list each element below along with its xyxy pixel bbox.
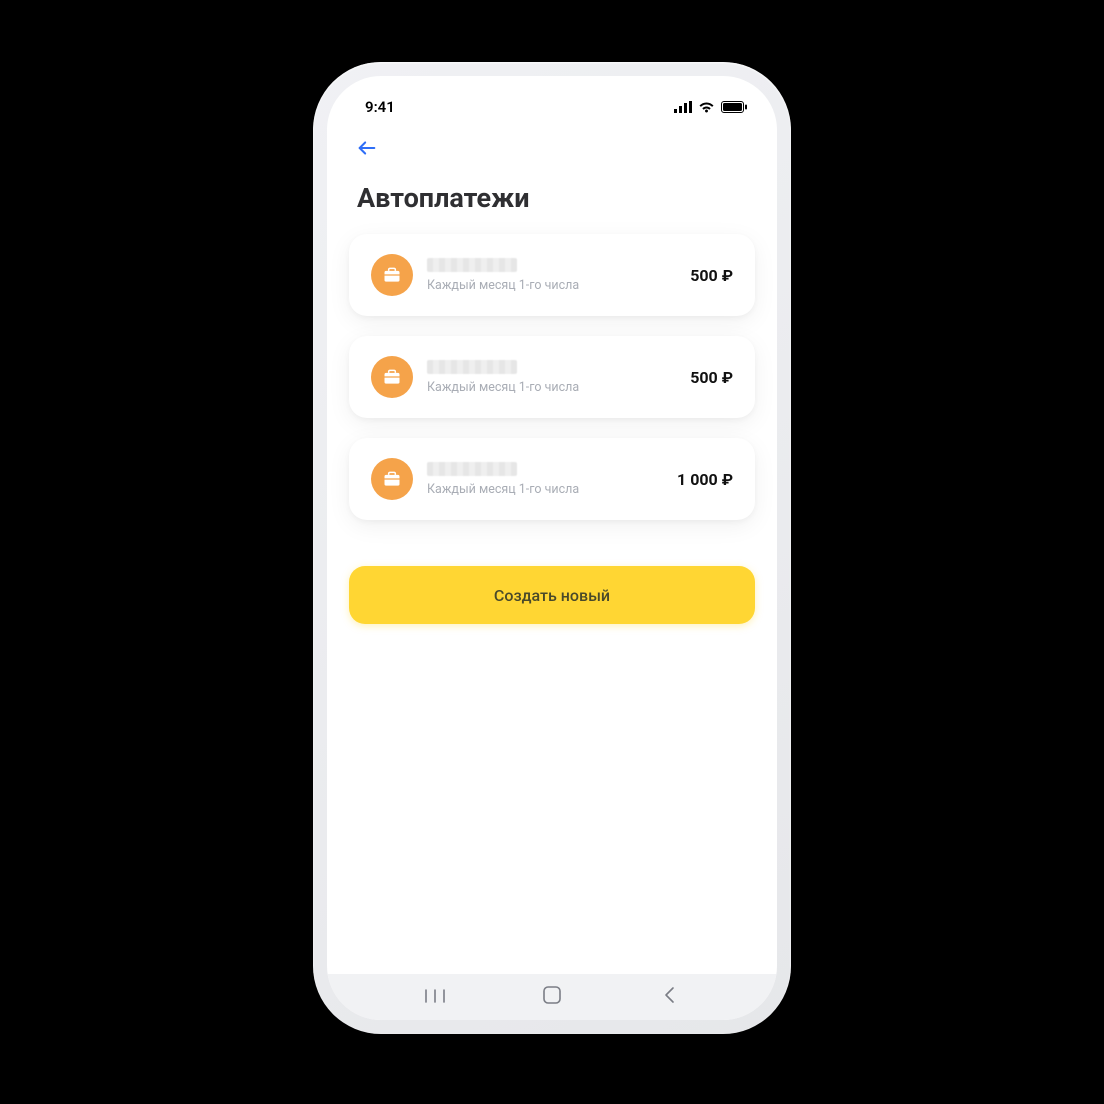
payment-amount: 500 ₽ (690, 368, 733, 387)
payment-item[interactable]: Каждый месяц 1-го числа 500 ₽ (349, 336, 755, 418)
payment-schedule: Каждый месяц 1-го числа (427, 482, 663, 497)
recents-icon (425, 988, 445, 1007)
payment-title-redacted (427, 258, 517, 272)
create-new-button[interactable]: Создать новый (349, 566, 755, 624)
nav-back-button[interactable] (656, 984, 682, 1010)
payment-item[interactable]: Каждый месяц 1-го числа 500 ₽ (349, 234, 755, 316)
briefcase-icon (371, 254, 413, 296)
screen: 9:41 Автоплатежи (327, 76, 777, 1020)
briefcase-icon (371, 356, 413, 398)
payment-schedule: Каждый месяц 1-го числа (427, 380, 676, 395)
nav-back-row (327, 128, 777, 168)
page-title: Автоплатежи (327, 168, 777, 234)
payment-title-redacted (427, 462, 517, 476)
status-bar: 9:41 (327, 86, 777, 128)
payments-list: Каждый месяц 1-го числа 500 ₽ Каждый мес… (327, 234, 777, 520)
android-nav-bar (327, 974, 777, 1020)
wifi-icon (698, 101, 715, 113)
status-time: 9:41 (365, 98, 395, 116)
payment-amount: 500 ₽ (690, 266, 733, 285)
payment-amount: 1 000 ₽ (677, 470, 733, 489)
back-button[interactable] (349, 132, 385, 168)
status-icons (674, 101, 747, 113)
payment-item[interactable]: Каждый месяц 1-го числа 1 000 ₽ (349, 438, 755, 520)
signal-icon (674, 101, 692, 113)
arrow-left-icon (356, 137, 378, 163)
home-icon (543, 986, 561, 1008)
device-frame: 9:41 Автоплатежи (313, 62, 791, 1034)
nav-home-button[interactable] (539, 984, 565, 1010)
payment-title-redacted (427, 360, 517, 374)
battery-icon (721, 101, 747, 113)
briefcase-icon (371, 458, 413, 500)
nav-recents-button[interactable] (422, 984, 448, 1010)
payment-body: Каждый месяц 1-го числа (427, 360, 676, 395)
payment-body: Каждый месяц 1-го числа (427, 462, 663, 497)
chevron-left-icon (663, 986, 675, 1008)
create-new-label: Создать новый (494, 586, 610, 605)
payment-schedule: Каждый месяц 1-го числа (427, 278, 676, 293)
payment-body: Каждый месяц 1-го числа (427, 258, 676, 293)
